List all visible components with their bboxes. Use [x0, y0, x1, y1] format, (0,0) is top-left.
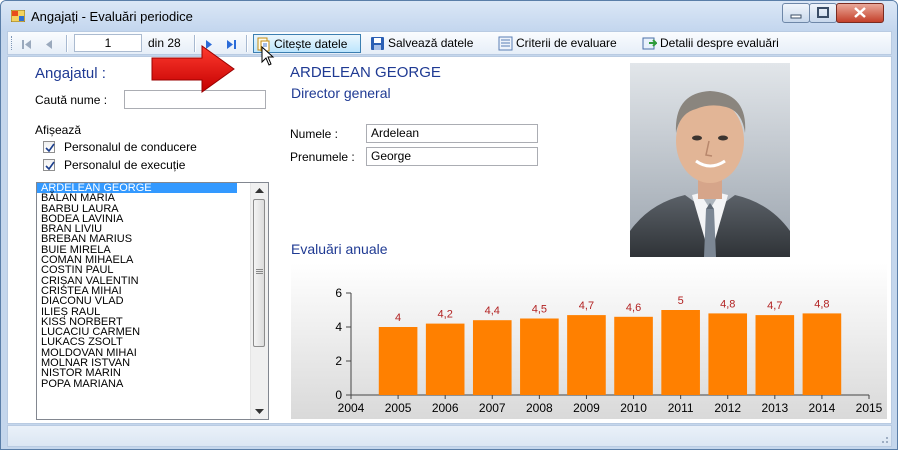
y-tick-label: 6 [335, 286, 342, 300]
show-label: Afișează [35, 123, 82, 137]
last-name-field[interactable]: Ardelean [366, 124, 538, 143]
criteria-label: Criterii de evaluare [516, 36, 617, 50]
x-tick-label: 2008 [526, 401, 553, 415]
last-name-label: Numele : [290, 127, 339, 141]
bar-2007 [472, 320, 512, 395]
employee-photo [630, 63, 790, 257]
window-title: Angajați - Evaluări periodice [31, 9, 193, 24]
close-icon [854, 7, 866, 18]
maximize-icon [817, 7, 829, 18]
x-tick-label: 2014 [809, 401, 836, 415]
x-tick-label: 2012 [714, 401, 741, 415]
x-tick-label: 2005 [385, 401, 412, 415]
scroll-down-icon[interactable] [255, 409, 264, 415]
criteria-button[interactable]: Criterii de evaluare [496, 34, 632, 53]
status-bar [7, 425, 892, 447]
previous-record-icon[interactable] [40, 35, 58, 53]
x-tick-label: 2015 [856, 401, 883, 415]
details-icon [642, 37, 657, 50]
x-tick-label: 2006 [432, 401, 459, 415]
save-data-label: Salvează datele [388, 36, 474, 50]
first-name-field[interactable]: George [366, 147, 538, 166]
x-tick-label: 2004 [338, 401, 365, 415]
data-label: 4,6 [626, 302, 641, 314]
y-tick-label: 2 [335, 354, 342, 368]
toolbar-grip[interactable] [11, 36, 15, 50]
bar-2010 [614, 316, 653, 395]
ratings-chart: 0 2 4 6 2004 2005 2006 2007 2008 2009 2010 2011 2012… [291, 263, 887, 419]
scroll-up-icon[interactable] [255, 187, 264, 193]
client-area: Angajatul : Caută nume : Afișează Person… [7, 56, 892, 424]
employee-full-name: ARDELEAN GEORGE [290, 64, 441, 81]
y-tick-label: 0 [335, 388, 342, 402]
title-bar: Angajați - Evaluări periodice [1, 1, 897, 31]
toolbar-separator [66, 35, 68, 52]
save-data-button[interactable]: Salvează datele [368, 34, 488, 53]
y-tick-label: 4 [335, 320, 342, 334]
data-label: 4,7 [579, 300, 594, 312]
read-data-label: Citește datele [274, 37, 348, 51]
bar-2006 [425, 323, 465, 395]
employee-header: Angajatul : [35, 65, 106, 82]
management-checkbox[interactable] [43, 141, 55, 153]
minimize-icon [790, 14, 802, 19]
data-label: 4,2 [438, 309, 453, 321]
bar-2005 [378, 327, 418, 395]
close-button[interactable] [836, 3, 884, 23]
save-icon [371, 37, 384, 50]
main-window: Angajați - Evaluări periodice 1 din 28 C… [0, 0, 898, 450]
red-arrow-icon [151, 45, 235, 93]
checkmark-icon [45, 161, 55, 171]
chart-title: Evaluări anuale [291, 241, 388, 257]
x-tick-label: 2011 [668, 401, 694, 415]
bar-2011 [661, 310, 700, 395]
x-tick-label: 2007 [479, 401, 506, 415]
job-title: Director general [291, 85, 391, 101]
maximize-button[interactable] [809, 3, 837, 23]
execution-label: Personalul de execuție [64, 158, 186, 172]
details-label: Detalii despre evaluări [660, 36, 779, 50]
bar-2012 [708, 313, 748, 395]
data-label: 4,4 [485, 305, 500, 317]
ratings-chart-svg: 0 2 4 6 2004 2005 2006 2007 2008 2009 2010 2011 2012… [335, 286, 883, 415]
first-name-label: Prenumele : [290, 150, 355, 164]
scroll-thumb[interactable] [253, 199, 265, 347]
navigator-toolbar: 1 din 28 Citește datele Salvează datele … [7, 31, 892, 55]
grip-icon [256, 269, 263, 274]
search-label: Caută nume : [35, 93, 108, 107]
x-tick-label: 2010 [620, 401, 647, 415]
list-item[interactable]: POPA MARIANA [37, 378, 268, 389]
bar-2014 [802, 313, 842, 395]
data-label: 5 [678, 295, 684, 307]
data-label: 4 [395, 312, 401, 324]
bar-2009 [567, 315, 606, 395]
data-label: 4,8 [720, 298, 735, 310]
resize-grip-icon[interactable] [879, 434, 889, 444]
mouse-cursor-icon [261, 46, 275, 66]
x-tick-label: 2013 [761, 401, 788, 415]
details-button[interactable]: Detalii despre evaluări [640, 34, 820, 53]
list-scrollbar[interactable] [250, 183, 268, 419]
criteria-icon [498, 36, 513, 51]
app-icon [11, 10, 25, 22]
data-label: 4,5 [532, 304, 547, 316]
checkmark-icon [45, 143, 55, 153]
toolbar-separator [246, 35, 248, 52]
data-label: 4,7 [767, 300, 782, 312]
minimize-button[interactable] [782, 3, 810, 23]
bar-2008 [520, 318, 559, 395]
bar-2013 [755, 315, 795, 395]
employee-listbox[interactable]: ARDELEAN GEORGE BĂLAN MARIA BARBU LAURA BOD… [36, 182, 269, 420]
management-label: Personalul de conducere [64, 140, 197, 154]
employee-list: ARDELEAN GEORGE BĂLAN MARIA BARBU LAURA BOD… [37, 183, 268, 389]
data-label: 4,8 [814, 298, 829, 310]
position-input[interactable]: 1 [74, 34, 142, 52]
execution-checkbox[interactable] [43, 159, 55, 171]
first-record-icon[interactable] [18, 35, 36, 53]
x-tick-label: 2009 [573, 401, 600, 415]
